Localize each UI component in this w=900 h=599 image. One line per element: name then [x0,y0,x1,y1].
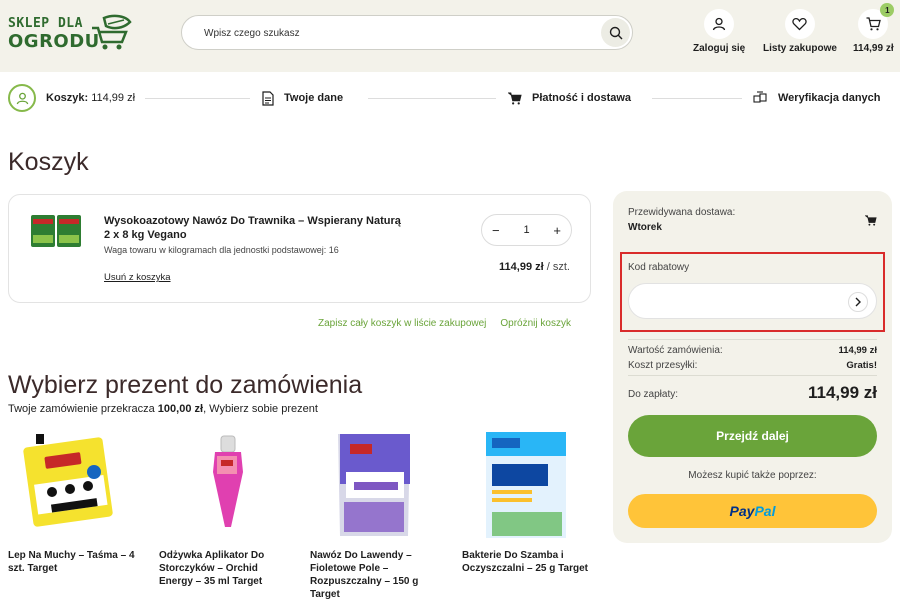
chevron-right-icon [855,297,861,307]
summary-divider [628,375,877,376]
total-value: 114,99 zł [807,383,877,402]
gift-section-title: Wybierz prezent do zamówienia [8,371,363,399]
order-value-label: Wartość zamówienia: [628,345,723,356]
remove-from-cart-link[interactable]: Usuń z koszyka [104,272,171,283]
gift-item[interactable]: Odżywka Aplikator Do Storczyków – Orchid… [159,432,289,587]
quantity-stepper: − 1 + [481,214,572,246]
cart-item: Wysokoazotowy Nawóz Do Trawnika – Wspier… [8,194,591,303]
step-payment[interactable]: Płatność i dostawa [508,84,631,112]
shipping-label: Koszt przesyłki: [628,360,698,371]
site-logo[interactable]: SKLEP DLA OGRODU [8,14,132,54]
search-icon [609,26,622,39]
gift-item[interactable]: Nawóz Do Lawendy – Fioletowe Pole – Rozp… [310,432,440,599]
logo-line2: OGRODU [8,31,100,52]
product-image[interactable] [29,211,85,251]
cart-icon [866,17,881,31]
search-bar [181,15,633,50]
step-verification-label: Weryfikacja danych [778,92,881,104]
gift-subtitle-pre: Twoje zamówienie przekracza [8,403,158,415]
gift-product-image [338,434,410,536]
paypal-logo-part2: Pal [754,503,776,519]
apply-coupon-button[interactable] [848,292,868,312]
step-cart-value: 114,99 zł [91,92,136,104]
login-button[interactable]: Zaloguj się [693,9,745,54]
login-label: Zaloguj się [693,43,746,54]
quantity-value[interactable]: 1 [523,224,529,236]
step-payment-label: Płatność i dostawa [532,92,632,104]
page-title: Koszyk [8,148,89,176]
gift-item[interactable]: Lep Na Muchy – Taśma – 4 szt. Target [8,432,138,574]
wishlist-button[interactable]: Listy zakupowe [763,9,837,54]
user-icon [16,92,28,104]
heart-icon [792,17,808,31]
gift-subtitle-post: , Wybierz sobie prezent [203,403,318,415]
order-summary: Przewidywana dostawa: Wtorek Kod rabatow… [613,191,892,543]
empty-cart-link[interactable]: Opróżnij koszyk [500,318,571,329]
summary-divider [628,339,877,340]
cart-actions: Zapisz cały koszyk w liście zakupowej Opr… [318,318,571,329]
save-cart-to-list-link[interactable]: Zapisz cały koszyk w liście zakupowej [318,318,486,329]
coupon-field [628,283,877,319]
site-header: SKLEP DLA OGRODU Zaloguj się [0,0,900,72]
decrease-quantity-button[interactable]: − [492,223,500,238]
gift-section-subtitle: Twoje zamówienie przekracza 100,00 zł, W… [8,403,318,415]
step-divider [652,98,742,99]
paypal-button[interactable]: Pay Pal [628,494,877,528]
step-cart-label: Koszyk: [46,92,89,104]
gift-name[interactable]: Bakterie Do Szamba i Oczyszczalni – 25 g… [462,549,592,575]
gift-name[interactable]: Nawóz Do Lawendy – Fioletowe Pole – Rozp… [310,549,440,599]
gift-name[interactable]: Odżywka Aplikator Do Storczyków – Orchid… [159,549,289,588]
step-divider [368,98,496,99]
proceed-button[interactable]: Przejdź dalej [628,415,877,457]
price-unit: / szt. [546,261,570,273]
alt-payment-text: Możesz kupić także poprzez: [688,470,817,481]
delivery-day: Wtorek [628,222,662,233]
cart-icon [508,91,522,105]
product-price: 114,99 zł / szt. [499,261,570,273]
logo-cart-leaf-icon [92,14,132,50]
shipping-value: Gratis! [846,360,877,371]
cart-icon [865,215,877,226]
wishlist-label: Listy zakupowe [763,43,837,54]
increase-quantity-button[interactable]: + [553,223,561,238]
coupon-input[interactable] [643,294,843,310]
gift-product-image [213,435,243,527]
gift-subtitle-amount: 100,00 zł [157,403,204,415]
user-icon [712,17,726,31]
paypal-logo-part1: Pay [729,503,755,519]
order-value: 114,99 zł [838,345,877,356]
price-value: 114,99 zł [499,261,544,273]
step-your-data-label: Twoje dane [284,92,344,104]
gift-product-image [486,432,566,538]
total-label: Do zapłaty: [628,389,679,400]
coupon-section: Kod rabatowy [620,252,885,332]
gift-item[interactable]: Bakterie Do Szamba i Oczyszczalni – 25 g… [462,432,592,574]
document-icon [262,90,274,106]
gift-product-image [23,434,113,527]
delivery-label: Przewidywana dostawa: [628,207,736,218]
step-cart[interactable]: Koszyk: 114,99 zł [8,84,135,112]
header-cart-total: 114,99 zł [853,43,894,54]
search-input[interactable] [204,24,584,42]
step-verification[interactable]: Weryfikacja danych [753,84,881,112]
search-button[interactable] [601,18,630,47]
coupon-label: Kod rabatowy [628,262,690,273]
gift-name[interactable]: Lep Na Muchy – Taśma – 4 szt. Target [8,549,138,575]
product-meta: Waga towaru w kilogramach dla jednostki … [104,245,339,255]
product-name[interactable]: Wysokoazotowy Nawóz Do Trawnika – Wspier… [104,214,404,242]
cart-count-badge: 1 [880,3,895,17]
boxes-icon [753,91,767,103]
logo-line1: SKLEP DLA [8,16,83,31]
step-divider [145,98,250,99]
step-your-data[interactable]: Twoje dane [262,84,343,112]
header-cart-button[interactable]: 1 114,99 zł [853,3,895,54]
